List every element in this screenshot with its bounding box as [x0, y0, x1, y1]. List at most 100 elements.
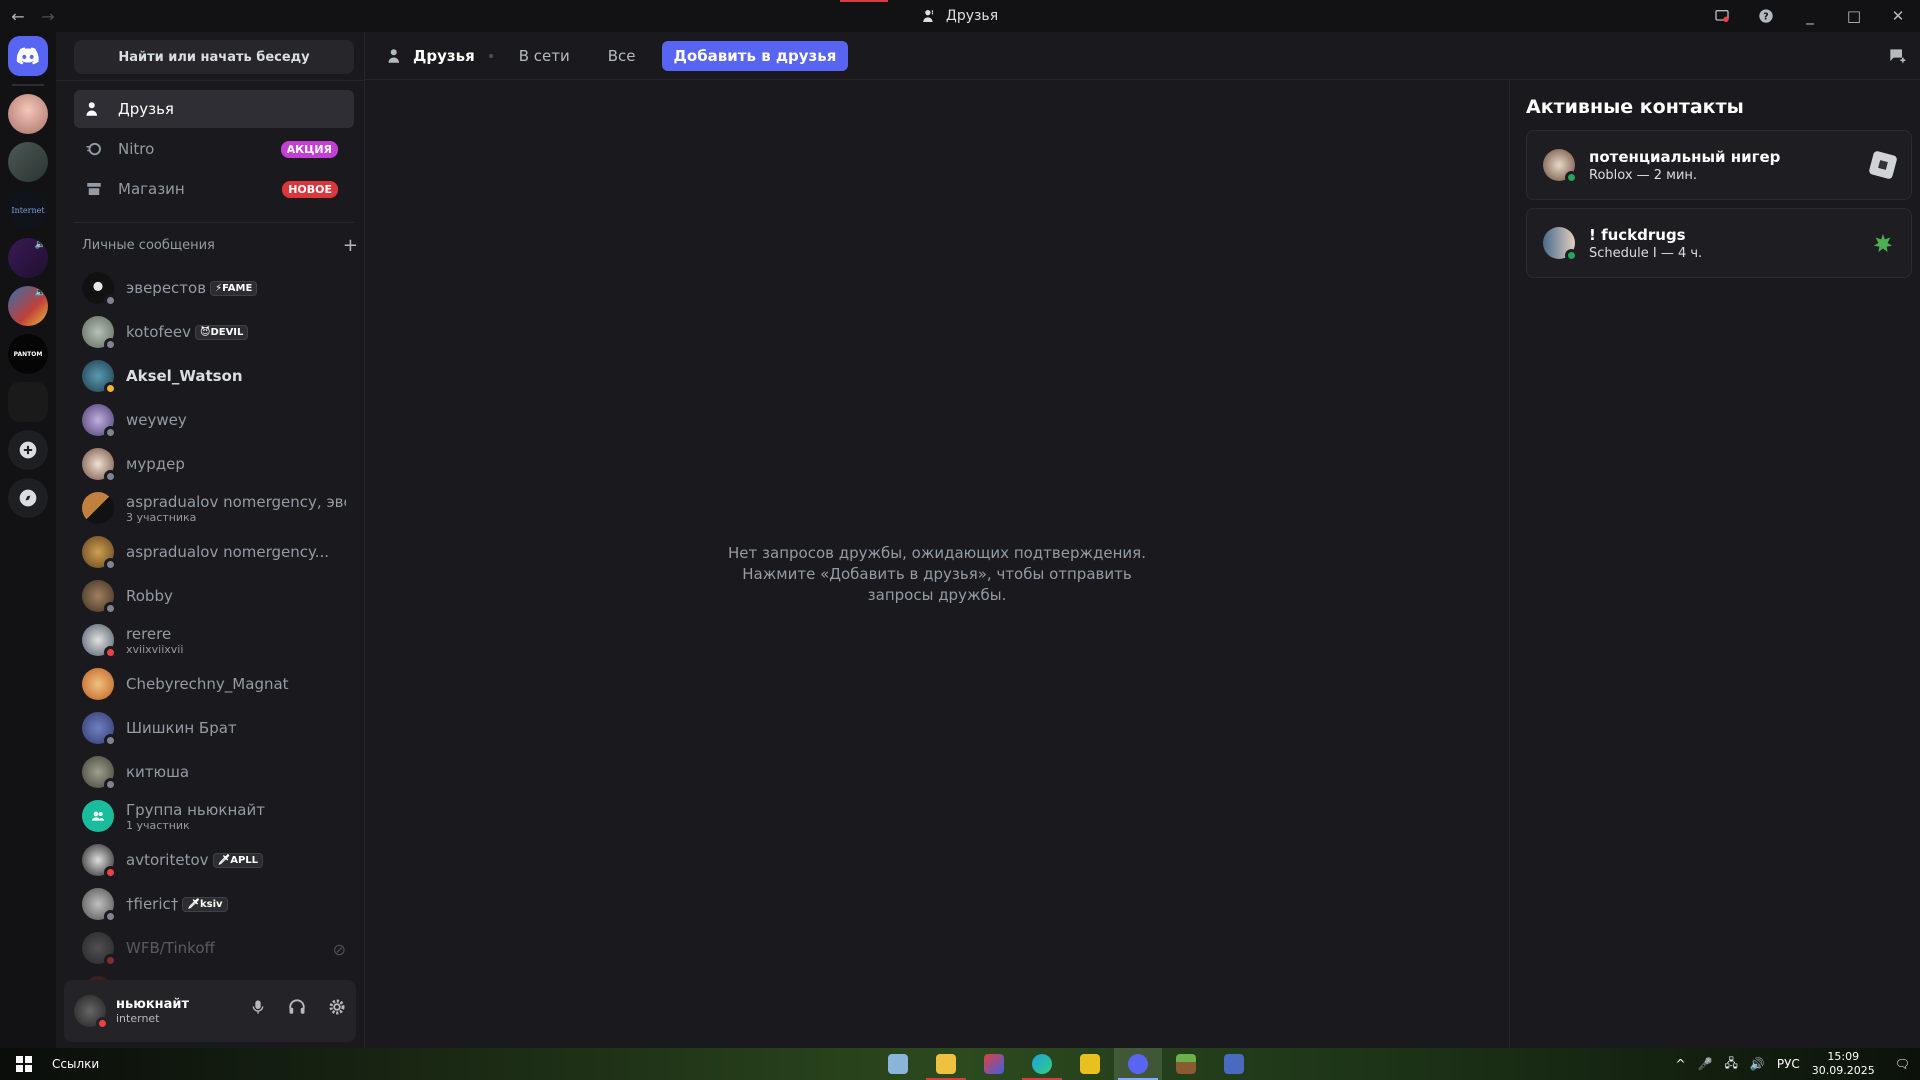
server-folder[interactable]: [8, 382, 48, 422]
dm-item[interactable]: †fieric† 🗡ksiv: [74, 882, 356, 926]
volume-icon[interactable]: 🔊: [1750, 1057, 1765, 1071]
server-icon-1[interactable]: [8, 94, 48, 134]
inbox-icon[interactable]: [1700, 0, 1744, 32]
empty-state-text: Нет запросов дружбы, ожидающих подтвержд…: [728, 543, 1146, 604]
activity-card[interactable]: ! fuckdrugs Schedule I — 4 ч.: [1526, 208, 1912, 278]
search-conversation-button[interactable]: Найти или начать беседу: [74, 40, 354, 74]
dm-item[interactable]: Группа ньюкнайт 1 участник: [74, 794, 356, 838]
sidebar-item-label: Nitro: [118, 140, 155, 158]
maximize-button[interactable]: □: [1832, 0, 1876, 32]
server-icon-4[interactable]: 🔊: [8, 238, 48, 278]
member-count: 3 участника: [126, 510, 197, 524]
taskbar-app-explorer[interactable]: [922, 1048, 970, 1080]
server-icon-5[interactable]: 🔊: [8, 286, 48, 326]
taskbar-app-vpn[interactable]: [970, 1048, 1018, 1080]
settings-gear-icon[interactable]: [328, 998, 346, 1020]
tab-online[interactable]: В сети: [507, 43, 582, 69]
chevron-up-icon[interactable]: ^: [1675, 1057, 1685, 1071]
notifications-icon[interactable]: 🗨: [1895, 1057, 1910, 1071]
discover-button[interactable]: [8, 478, 48, 518]
dm-name: WFB/Tinkoff: [126, 939, 215, 957]
dm-item[interactable]: aspradualov nomergency, эве... 3 участник…: [74, 486, 356, 530]
sidebar-item-label: Друзья: [118, 100, 174, 118]
activity-card[interactable]: потенциальный нигер Roblox — 2 мин.: [1526, 130, 1912, 200]
status-indicator: [104, 426, 117, 439]
minimize-button[interactable]: _: [1788, 0, 1832, 32]
dm-item[interactable]: rerere xviixviixvii: [74, 618, 356, 662]
taskbar-app-media[interactable]: [1066, 1048, 1114, 1080]
help-icon[interactable]: ?: [1744, 0, 1788, 32]
server-icon-2[interactable]: [8, 142, 48, 182]
status-indicator: [104, 338, 117, 351]
dm-item[interactable]: Шишкин Брат: [74, 706, 356, 750]
main-content: Друзья В сети Все Добавить в друзья Нет …: [364, 32, 1920, 1048]
close-button[interactable]: ✕: [1876, 0, 1920, 32]
language-indicator[interactable]: РУС: [1777, 1057, 1800, 1071]
taskbar-app-minecraft[interactable]: [1162, 1048, 1210, 1080]
microphone-icon[interactable]: [250, 998, 266, 1020]
dm-item[interactable]: Chebyrechny_Magnat: [74, 662, 356, 706]
dm-item[interactable]: WFB/Tinkoff ⊘: [74, 926, 356, 970]
microphone-icon[interactable]: 🎤: [1698, 1057, 1713, 1071]
back-arrow-icon[interactable]: ←: [8, 7, 28, 26]
sidebar-item-friends[interactable]: Друзья: [74, 90, 354, 128]
headphones-icon[interactable]: [288, 998, 306, 1020]
user-avatar[interactable]: [74, 995, 109, 1030]
sidebar-item-nitro[interactable]: Nitro АКЦИЯ: [74, 130, 354, 168]
dm-sidebar: Найти или начать беседу Друзья Nitro АКЦ…: [56, 32, 364, 1048]
dm-item[interactable]: китюша: [74, 750, 356, 794]
dm-item[interactable]: avtoritetov 🗡APLL: [74, 838, 356, 882]
dm-item[interactable]: мурдер: [74, 442, 356, 486]
group-avatar: [82, 800, 114, 832]
server-label: Internet: [11, 205, 45, 215]
clan-tag: 😈DEVIL: [195, 324, 249, 340]
avatar: [82, 844, 117, 879]
add-friend-button[interactable]: Добавить в друзья: [661, 40, 849, 71]
tab-all[interactable]: Все: [596, 43, 648, 69]
forward-arrow-icon[interactable]: →: [38, 7, 58, 26]
status-indicator: [104, 294, 117, 307]
window-title-area: Друзья: [922, 8, 998, 24]
dm-item[interactable]: Robby: [74, 574, 356, 618]
avatar: [82, 888, 117, 923]
server-icon-internet[interactable]: Internet: [8, 190, 48, 230]
taskbar-app-edge[interactable]: [1018, 1048, 1066, 1080]
server-icon-phantom[interactable]: PANTOM: [8, 334, 48, 374]
start-button[interactable]: [0, 1048, 48, 1080]
member-count: 1 участник: [126, 818, 190, 832]
avatar: [82, 668, 114, 700]
sidebar-item-label: Магазин: [118, 180, 185, 198]
dm-item[interactable]: weywey: [74, 398, 356, 442]
sidebar-item-shop[interactable]: Магазин НОВОЕ: [74, 170, 354, 208]
dm-item[interactable]: aspradualov nomergency...: [74, 530, 356, 574]
window-title: Друзья: [945, 8, 999, 24]
network-icon[interactable]: 🖧: [1725, 1054, 1738, 1075]
dm-item[interactable]: эверестов ⚡FAME: [74, 266, 356, 310]
new-group-dm-icon[interactable]: [1887, 46, 1907, 71]
create-dm-plus-icon[interactable]: +: [343, 235, 358, 256]
avatar: [82, 580, 117, 615]
blocked-icon: ⊘: [332, 940, 346, 959]
dm-item[interactable]: kotofeev 😈DEVIL: [74, 310, 356, 354]
taskbar-app-screen[interactable]: [874, 1048, 922, 1080]
window-controls: ? _ □ ✕: [1700, 0, 1920, 32]
compass-icon: [19, 489, 37, 507]
links-toolbar[interactable]: Ссылки: [52, 1057, 99, 1071]
discord-logo-icon: [16, 47, 39, 65]
taskbar-app-discord[interactable]: [1114, 1048, 1162, 1080]
dm-subtitle: xviixviixvii: [126, 642, 184, 656]
server-rail: Internet 🔊 🔊 PANTOM: [0, 32, 56, 1048]
notification-line: [840, 0, 888, 2]
status-indicator: [104, 602, 117, 615]
home-button[interactable]: [8, 36, 48, 76]
status-indicator: [104, 646, 117, 659]
clock[interactable]: 15:09 30.09.2025: [1812, 1050, 1875, 1078]
taskbar-apps: [874, 1048, 1258, 1080]
dm-section-header: Личные сообщения +: [82, 235, 358, 256]
title-bar: ← → Друзья ? _ □ ✕: [0, 0, 1920, 32]
dm-item[interactable]: Aksel_Watson: [74, 354, 356, 398]
status-indicator: [104, 866, 117, 879]
add-server-button[interactable]: [8, 430, 48, 470]
page-title: Друзья: [387, 47, 475, 65]
taskbar-app-calculator[interactable]: [1210, 1048, 1258, 1080]
